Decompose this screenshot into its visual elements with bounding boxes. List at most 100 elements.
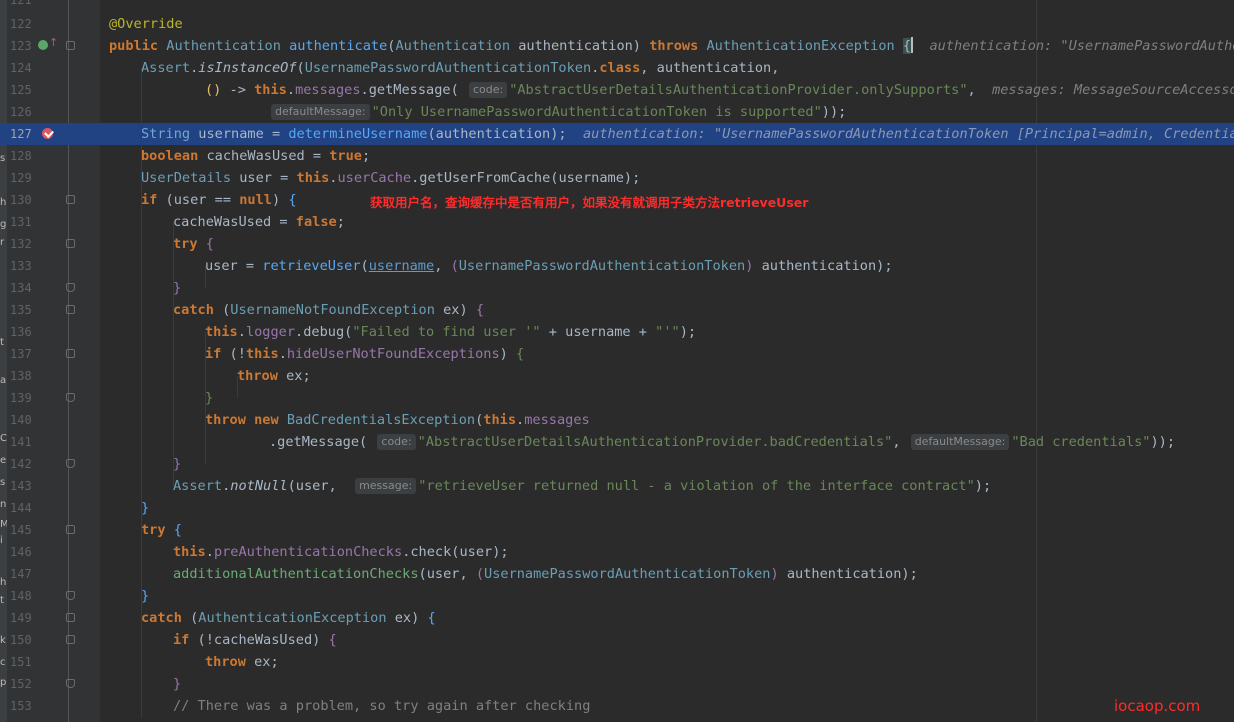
code-line[interactable]: 131 cacheWasUsed = false; xyxy=(0,211,1234,233)
line-number: 137 xyxy=(10,347,32,361)
code-text: if (!this.hideUserNotFoundExceptions) { xyxy=(205,346,525,362)
code-line[interactable]: 133 user = retrieveUser(username, (Usern… xyxy=(0,255,1234,277)
code-line[interactable]: 124 Assert.isInstanceOf(UsernamePassword… xyxy=(0,57,1234,79)
debug-inline-value: messages: MessageSourceAccessor@1 xyxy=(992,82,1234,98)
line-number: 135 xyxy=(10,303,32,317)
line-number: 134 xyxy=(10,281,32,295)
breakpoint-icon[interactable] xyxy=(42,128,53,139)
inlay-hint: code: xyxy=(377,434,416,450)
code-line[interactable]: 128 boolean cacheWasUsed = true; xyxy=(0,145,1234,167)
line-number: 152 xyxy=(10,677,32,691)
code-line[interactable]: 140 throw new BadCredentialsException(th… xyxy=(0,409,1234,431)
annotation-text: 获取用户名，查询缓存中是否有用户，如果没有就调用子类方法retrieveUser xyxy=(370,195,809,210)
indent-guide xyxy=(141,68,142,718)
code-text: defaultMessage: "Only UsernamePasswordAut… xyxy=(269,101,846,123)
fold-toggle-icon[interactable] xyxy=(66,305,75,314)
code-text: throw ex; xyxy=(237,368,311,384)
code-text: } xyxy=(205,390,214,406)
line-number: 150 xyxy=(10,633,32,647)
code-line[interactable]: 145 try { xyxy=(0,519,1234,541)
fold-end-icon[interactable] xyxy=(66,393,75,402)
code-line[interactable]: 121 xyxy=(0,0,1234,11)
code-line[interactable]: 148 } xyxy=(0,585,1234,607)
fold-end-icon[interactable] xyxy=(66,591,75,600)
code-comment: // There was a problem, so try again aft… xyxy=(173,698,591,714)
fold-end-icon[interactable] xyxy=(66,283,75,292)
code-text: } xyxy=(173,676,182,692)
fold-toggle-icon[interactable] xyxy=(66,613,75,622)
line-number: 151 xyxy=(10,655,32,669)
line-number: 136 xyxy=(10,325,32,339)
line-number: 145 xyxy=(10,523,32,537)
code-line[interactable]: 126 defaultMessage: "Only UsernamePasswor… xyxy=(0,101,1234,123)
code-line[interactable]: 144 } xyxy=(0,497,1234,519)
code-text: .getMessage( code: "AbstractUserDetailsAu… xyxy=(269,434,1176,450)
fold-toggle-icon[interactable] xyxy=(66,525,75,534)
text-caret xyxy=(911,37,914,53)
code-line[interactable]: 151 throw ex; xyxy=(0,651,1234,673)
code-line[interactable]: 143 Assert.notNull(user, message: "retrie… xyxy=(0,475,1234,497)
debug-inline-value: authentication: "UsernamePasswordAuthent xyxy=(929,38,1234,54)
code-line[interactable]: 137 if (!this.hideUserNotFoundExceptions… xyxy=(0,343,1234,365)
code-text: throw ex; xyxy=(205,654,279,670)
code-line[interactable]: 146 this.preAuthenticationChecks.check(u… xyxy=(0,541,1234,563)
code-line[interactable]: 139 } xyxy=(0,387,1234,409)
line-number: 121 xyxy=(10,0,32,7)
code-text: if (!cacheWasUsed) { xyxy=(173,632,337,648)
code-text: catch (UsernameNotFoundException ex) { xyxy=(173,302,485,318)
line-number: 138 xyxy=(10,369,32,383)
line-number: 139 xyxy=(10,391,32,405)
inlay-hint: message: xyxy=(355,478,417,494)
code-text: try { xyxy=(141,522,182,538)
code-line[interactable]: 132 try { xyxy=(0,233,1234,255)
inlay-hint: code: xyxy=(468,82,508,98)
code-line[interactable]: 136 this.logger.debug("Failed to find us… xyxy=(0,321,1234,343)
fold-toggle-icon[interactable] xyxy=(66,349,75,358)
code-line[interactable]: 150 if (!cacheWasUsed) { xyxy=(0,629,1234,651)
code-text: @Override xyxy=(109,16,183,32)
code-line[interactable]: 134 } xyxy=(0,277,1234,299)
line-number: 149 xyxy=(10,611,32,625)
fold-end-icon[interactable] xyxy=(66,679,75,688)
code-text: cacheWasUsed = false; xyxy=(173,214,345,230)
code-editor[interactable]: 121 122 @Override 123 public Authenticat… xyxy=(0,0,1234,722)
code-text: catch (AuthenticationException ex) { xyxy=(141,610,436,626)
line-number: 142 xyxy=(10,457,32,471)
code-line[interactable]: 142 } xyxy=(0,453,1234,475)
fold-toggle-icon[interactable] xyxy=(66,195,75,204)
indent-guide xyxy=(173,222,174,486)
code-line[interactable]: 149 catch (AuthenticationException ex) { xyxy=(0,607,1234,629)
line-number: 128 xyxy=(10,149,32,163)
debug-inline-value: authentication: "UsernamePasswordAuthent… xyxy=(582,126,1234,142)
code-text: String username = determineUsername(auth… xyxy=(141,123,1234,145)
code-text: } xyxy=(141,588,150,604)
code-line[interactable]: 125 () -> this.messages.getMessage( code… xyxy=(0,79,1234,101)
inlay-hint: defaultMessage: xyxy=(910,434,1010,450)
line-number: 153 xyxy=(10,699,32,713)
fold-toggle-icon[interactable] xyxy=(66,41,75,50)
override-gutter-icon[interactable] xyxy=(38,36,58,50)
code-text: if (user == null) { xyxy=(141,192,297,208)
code-text: UserDetails user = this.userCache.getUse… xyxy=(141,170,641,186)
code-text: public Authentication authenticate(Authe… xyxy=(109,35,1234,57)
code-line[interactable]: 129 UserDetails user = this.userCache.ge… xyxy=(0,167,1234,189)
code-line[interactable]: 138 throw ex; xyxy=(0,365,1234,387)
fold-toggle-icon[interactable] xyxy=(66,635,75,644)
code-line[interactable]: 141 .getMessage( code: "AbstractUserDetai… xyxy=(0,431,1234,453)
fold-end-icon[interactable] xyxy=(66,459,75,468)
code-line[interactable]: 135 catch (UsernameNotFoundException ex)… xyxy=(0,299,1234,321)
line-number: 147 xyxy=(10,567,32,581)
code-line[interactable]: 147 additionalAuthenticationChecks(user,… xyxy=(0,563,1234,585)
fold-toggle-icon[interactable] xyxy=(66,239,75,248)
line-number: 129 xyxy=(10,171,32,185)
code-line[interactable]: 153 // There was a problem, so try again… xyxy=(0,695,1234,717)
line-number: 140 xyxy=(10,413,32,427)
line-number: 133 xyxy=(10,259,32,273)
code-line-highlighted[interactable]: 127 String username = determineUsername(… xyxy=(0,123,1234,145)
code-text: this.preAuthenticationChecks.check(user)… xyxy=(173,544,509,560)
line-number: 127 xyxy=(10,127,32,141)
line-number: 144 xyxy=(10,501,32,515)
code-line[interactable]: 152 } xyxy=(0,673,1234,695)
code-line[interactable]: 123 public Authentication authenticate(A… xyxy=(0,35,1234,57)
code-line[interactable]: 122 @Override xyxy=(0,13,1234,35)
